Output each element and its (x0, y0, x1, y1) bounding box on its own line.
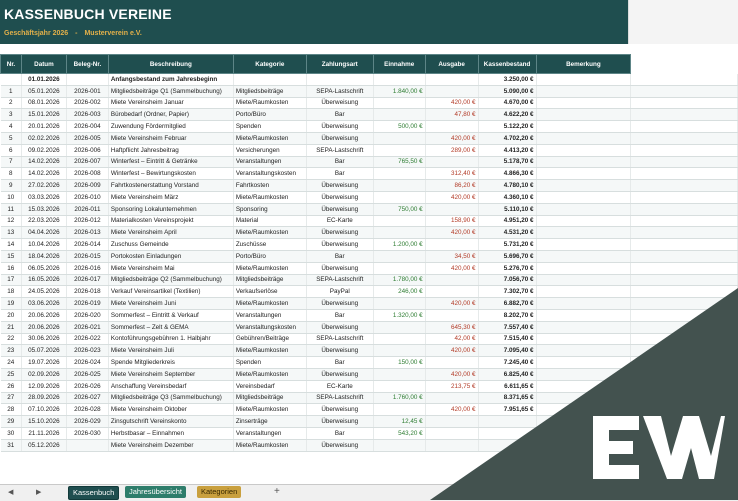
ew-logo-icon (593, 416, 725, 479)
